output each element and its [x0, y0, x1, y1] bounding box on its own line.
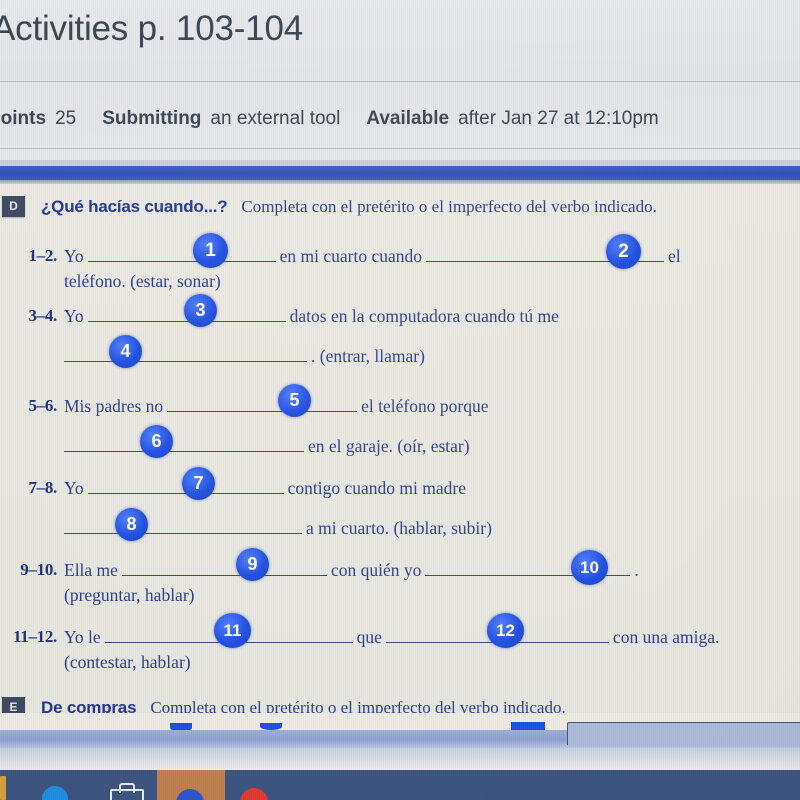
item-5-6-text-post: en el garaje. (oír, estar) — [308, 436, 470, 456]
item-9-10-text-mid: con quién yo — [330, 560, 422, 580]
exercise-d-title: ¿Qué hacías cuando...? — [41, 196, 228, 216]
header-divider-top — [0, 81, 800, 82]
annotation-circle-10[interactable]: 10 — [571, 550, 608, 585]
available-value: after Jan 27 at 12:10pm — [458, 108, 659, 129]
file-explorer-handle-icon — [119, 783, 135, 793]
start-button-sliver[interactable] — [0, 776, 6, 800]
item-11-12-line-1: Yo le que con una amiga. — [64, 627, 719, 648]
item-number-3-4: 3–4. — [28, 306, 57, 325]
item-1-2-line-2: teléfono. (estar, sonar) — [64, 271, 221, 291]
item-11-12-text-pre: Yo le — [64, 627, 101, 647]
worksheet-page: D ¿Qué hacías cuando...? Completa con el p… — [0, 184, 800, 730]
annotation-circle-9[interactable]: 9 — [236, 548, 269, 581]
item-1-2-text-mid: en mi cuarto cuando — [279, 246, 423, 266]
annotation-circle-7[interactable]: 7 — [182, 467, 215, 500]
header-divider-bottom — [0, 148, 800, 149]
item-number-5-6: 5–6. — [28, 396, 57, 415]
annotation-partial-b — [260, 723, 282, 730]
points-label: Points — [0, 108, 47, 129]
annotation-circle-2[interactable]: 2 — [606, 234, 641, 269]
item-9-10-line-2: (preguntar, hablar) — [64, 585, 195, 605]
item-3-4-text-mid: datos en la computadora cuando tú me — [289, 306, 559, 326]
annotation-circle-3[interactable]: 3 — [184, 294, 217, 327]
item-9-10-text-pre: Ella me — [64, 560, 118, 580]
item-11-12-line-2: (contestar, hablar) — [64, 652, 191, 672]
exercise-d-badge: D — [2, 196, 25, 217]
answer-blank-5[interactable] — [167, 396, 358, 412]
annotation-circle-12[interactable]: 12 — [487, 613, 524, 648]
os-taskbar[interactable] — [0, 770, 800, 800]
item-5-6-text-mid: el teléfono porque — [361, 396, 489, 416]
assignment-meta-row: Points 25 Submitting an external tool Availa… — [0, 103, 800, 135]
annotation-circle-4[interactable]: 4 — [109, 335, 142, 368]
annotation-circle-5[interactable]: 5 — [278, 384, 311, 417]
annotation-circle-6[interactable]: 6 — [140, 425, 173, 458]
item-1-2-text-post: el — [668, 246, 681, 266]
item-5-6-text-pre: Mis padres no — [64, 396, 164, 416]
item-number-7-8: 7–8. — [28, 478, 57, 497]
answer-blank-8[interactable] — [64, 518, 302, 534]
screen-photo: Activities p. 103-104 Points25Submitting… — [0, 0, 800, 800]
answer-blank-4[interactable] — [64, 346, 307, 362]
item-11-12-text-mid: que — [356, 627, 382, 647]
lms-assignment-header: Activities p. 103-104 Points 25 Submitting… — [0, 0, 800, 160]
item-number-1-2: 1–2. — [28, 246, 57, 265]
item-7-8-text-post: a mi cuarto. (hablar, subir) — [306, 518, 492, 538]
item-3-4-text-post: . (entrar, llamar) — [311, 346, 425, 366]
annotation-circle-8[interactable]: 8 — [115, 508, 148, 541]
item-1-2-text-pre: Yo — [64, 246, 84, 266]
item-7-8-line-1: Yo contigo cuando mi madre — [64, 478, 466, 499]
item-number-9-10: 9–10. — [20, 560, 57, 579]
blue-circle-app-icon[interactable] — [42, 786, 68, 800]
available-label: Available — [366, 108, 450, 129]
chrome-browser-icon[interactable] — [240, 788, 268, 800]
page-title: Activities p. 103-104 — [0, 9, 303, 48]
annotation-circle-11[interactable]: 11 — [214, 613, 251, 648]
exercise-d-heading: D ¿Qué hacías cuando...? Completa con el p… — [2, 196, 657, 217]
bottom-window-strip — [0, 748, 800, 770]
bottom-panel-edge — [567, 722, 800, 745]
submitting-label: Submitting — [102, 108, 202, 129]
annotation-circle-1[interactable]: 1 — [193, 233, 228, 268]
item-5-6-line-1: Mis padres no el teléfono porque — [64, 396, 488, 417]
item-9-10-line-1: Ella me con quién yo. — [64, 560, 639, 581]
item-11-12-text-post: con una amiga. — [612, 627, 720, 647]
points-value: 25 — [55, 108, 77, 129]
item-5-6-line-2: en el garaje. (oír, estar) — [64, 436, 470, 457]
answer-blank-9[interactable] — [121, 560, 327, 576]
exercise-d-instructions: Completa con el pretérito o el imperfect… — [241, 196, 657, 216]
answer-blank-6[interactable] — [64, 436, 304, 452]
item-7-8-text-pre: Yo — [64, 478, 84, 498]
blue-separator-band — [0, 166, 800, 180]
submitting-value: an external tool — [210, 108, 341, 129]
item-7-8-text-mid: contigo cuando mi madre — [287, 478, 466, 498]
item-3-4-line-1: Yo datos en la computadora cuando tú me — [64, 306, 559, 327]
item-9-10-text-post: . — [634, 560, 639, 580]
item-3-4-text-pre: Yo — [64, 306, 84, 326]
item-number-11-12: 11–12. — [12, 627, 57, 646]
answer-blank-1[interactable] — [87, 246, 276, 262]
item-1-2-line-1: Yo en mi cuarto cuando el — [64, 246, 681, 267]
